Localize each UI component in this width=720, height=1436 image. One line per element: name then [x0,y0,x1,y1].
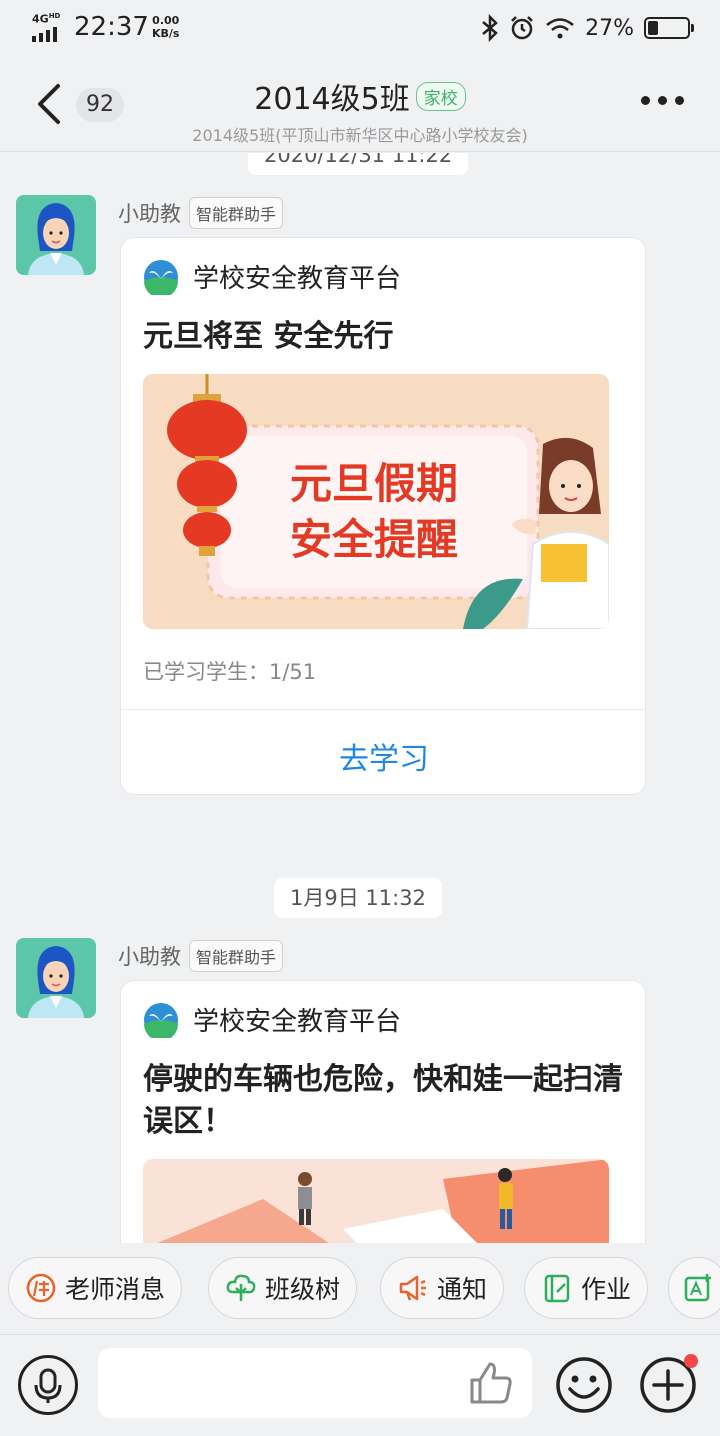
battery-icon [644,17,694,39]
banner-line-2: 安全提醒 [289,515,458,564]
thumbs-up-icon[interactable] [466,1358,516,1408]
quick-action-label: 通知 [437,1275,488,1304]
quick-action-label: 作业 [581,1275,632,1304]
banner-line-1: 元旦假期 [289,459,458,508]
lesson-card[interactable]: 学校安全教育平台 停驶的车辆也危险，快和娃一起扫清误区！ [120,980,646,1243]
learned-count: 已学习学生：1/51 [143,660,317,684]
network-speed-unit: KB/s [152,27,180,40]
card-source-name: 学校安全教育平台 [193,264,402,294]
add-text-icon [684,1274,711,1302]
platform-logo-icon [144,259,178,295]
assistant-avatar-icon [16,195,96,275]
chat-header: 92 2014级5班 家校 2014级5班(平顶山市新华区中心路小学校友会) [0,56,720,152]
notice-button[interactable]: 通知 [380,1257,505,1319]
network-speed: 0.00 KB/s [152,14,179,40]
parked-vehicle-safety-illustration [143,1159,609,1243]
megaphone-icon [399,1275,426,1301]
network-type: 4G [32,12,49,26]
avatar[interactable] [16,195,96,275]
more-options-button[interactable] [641,96,684,105]
chat-subtitle: 2014级5班(平顶山市新华区中心路小学校友会) [192,126,528,145]
voice-input-button[interactable] [18,1355,78,1415]
assistant-avatar-icon [16,938,96,1018]
status-bar: 4GHD 22:37 0.00 KB/s 27% [0,0,720,56]
bluetooth-icon [482,14,498,42]
message-timestamp: 2020/12/31 11:22 [248,153,469,175]
sender-name: 小助教 [118,202,181,226]
message-list[interactable]: 2020/12/31 11:22 小助教 智能群助手 学校安全教育平台 元旦将至… [0,153,720,1243]
teacher-messages-button[interactable]: 老师消息 [8,1257,183,1319]
card-image[interactable]: 元旦假期 安全提醒 [143,374,609,629]
tree-icon [226,1274,256,1301]
message-input[interactable] [98,1348,532,1418]
message-timestamp: 1月9日 11:32 [274,878,442,918]
alarm-icon [511,16,533,40]
chat-title: 2014级5班 [254,82,410,117]
card-image[interactable] [143,1159,609,1243]
card-title: 停驶的车辆也危险，快和娃一起扫清误区！ [143,1062,623,1139]
microphone-icon [34,1368,62,1403]
input-bar [0,1336,720,1436]
sender-tag: 智能群助手 [189,197,284,229]
quick-action-label: 老师消息 [65,1275,166,1304]
more-quick-action-button[interactable] [668,1257,720,1319]
homework-button[interactable]: 作业 [524,1257,649,1319]
card-divider [121,709,645,710]
emoji-icon[interactable] [554,1355,614,1415]
wifi-icon [546,18,574,39]
network-speed-value: 0.00 [152,14,180,27]
class-tree-button[interactable]: 班级树 [208,1257,358,1319]
lesson-card[interactable]: 学校安全教育平台 元旦将至 安全先行 元旦假期 安全提醒 已学习学生：1/51 … [120,237,646,795]
clock: 22:37 [74,12,149,42]
card-source-name: 学校安全教育平台 [193,1007,402,1037]
homework-icon [544,1274,570,1303]
card-title: 元旦将至 安全先行 [143,319,394,354]
quick-actions-bar: 老师消息 班级树 通知 作业 [0,1243,720,1335]
go-learn-button[interactable]: 去学习 [121,734,645,778]
cellular-signal-icon: 4GHD [32,12,68,42]
home-school-tag: 家校 [415,81,466,111]
network-badge: HD [48,12,61,20]
teacher-icon [26,1273,56,1303]
sender-name: 小助教 [118,945,181,969]
platform-logo-icon [144,1002,178,1038]
avatar[interactable] [16,938,96,1018]
banner-headline: 元旦假期 安全提醒 [259,456,489,568]
battery-percentage: 27% [585,15,634,41]
sender-tag: 智能群助手 [189,940,284,972]
quick-action-label: 班级树 [265,1275,341,1304]
notification-dot [684,1354,698,1368]
